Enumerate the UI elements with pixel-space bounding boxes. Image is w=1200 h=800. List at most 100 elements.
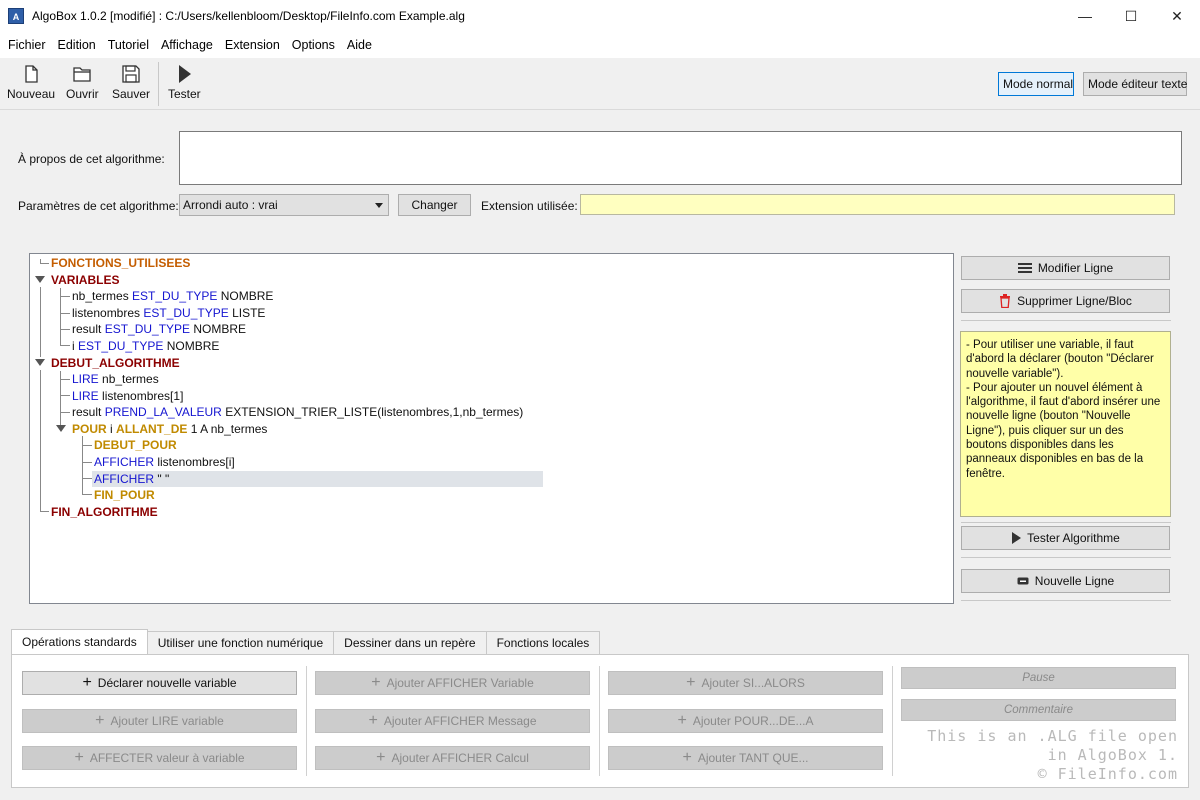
- app-icon: A: [8, 8, 24, 24]
- tab-fonction-numerique[interactable]: Utiliser une fonction numérique: [146, 631, 335, 654]
- tree-line-afficher1[interactable]: AFFICHER listenombres[i]: [94, 454, 235, 470]
- tree-line-lire2[interactable]: LIRE listenombres[1]: [72, 388, 183, 404]
- tree-line-afficher2[interactable]: AFFICHER " ": [94, 471, 169, 487]
- tree-line-var3[interactable]: result EST_DU_TYPE NOMBRE: [72, 321, 246, 337]
- plus-icon: +: [677, 712, 687, 729]
- about-textbox[interactable]: [179, 131, 1182, 185]
- extension-field[interactable]: [580, 194, 1175, 215]
- trash-icon: [1000, 294, 1011, 308]
- menu-extension[interactable]: Extension: [219, 38, 286, 52]
- changer-button[interactable]: Changer: [398, 194, 471, 216]
- aff-var-label: Ajouter AFFICHER Variable: [386, 676, 534, 690]
- ajouter-lire-button[interactable]: + Ajouter LIRE variable: [22, 709, 297, 733]
- kw-fonctions: FONCTIONS_UTILISEES: [51, 256, 191, 270]
- tree-line-debut-algo[interactable]: DEBUT_ALGORITHME: [51, 355, 180, 371]
- kw-pour: POUR: [72, 422, 107, 436]
- kw-debut-algorithme: DEBUT_ALGORITHME: [51, 356, 180, 370]
- kw-afficher: AFFICHER: [94, 472, 154, 486]
- tree-line-pour[interactable]: POUR i ALLANT_DE 1 A nb_termes: [72, 421, 267, 437]
- tree-line-lire1[interactable]: LIRE nb_termes: [72, 371, 159, 387]
- kw-variables: VARIABLES: [51, 273, 120, 287]
- menu-affichage[interactable]: Affichage: [155, 38, 219, 52]
- minimize-button[interactable]: —: [1062, 0, 1108, 32]
- ajouter-pour-button[interactable]: + Ajouter POUR...DE...A: [608, 709, 883, 733]
- ajouter-afficher-calcul-button[interactable]: + Ajouter AFFICHER Calcul: [315, 746, 590, 770]
- tree-line: [60, 345, 70, 346]
- params-label: Paramètres de cet algorithme:: [18, 199, 179, 213]
- params-combo-value: Arrondi auto : vrai: [183, 198, 278, 212]
- mode-normal-button[interactable]: Mode normal: [998, 72, 1074, 96]
- params-combo[interactable]: Arrondi auto : vrai: [179, 194, 389, 216]
- nouvelle-ligne-button[interactable]: Nouvelle Ligne: [961, 569, 1170, 593]
- kw-est-du-type: EST_DU_TYPE: [143, 306, 229, 320]
- ajouter-tant-que-button[interactable]: + Ajouter TANT QUE...: [608, 746, 883, 770]
- tree-line-fin-algo[interactable]: FIN_ALGORITHME: [51, 504, 158, 520]
- declarer-variable-button[interactable]: + Déclarer nouvelle variable: [22, 671, 297, 695]
- nouveau-button[interactable]: Nouveau: [7, 64, 55, 101]
- supprimer-ligne-button[interactable]: Supprimer Ligne/Bloc: [961, 289, 1170, 313]
- help-box: - Pour utiliser une variable, il faut d'…: [960, 331, 1171, 517]
- divider: [961, 522, 1171, 523]
- menu-aide[interactable]: Aide: [341, 38, 378, 52]
- tab-operations-standards[interactable]: Opérations standards: [11, 629, 148, 654]
- pause-button[interactable]: Pause: [901, 667, 1176, 689]
- kw-fin-algorithme: FIN_ALGORITHME: [51, 505, 158, 519]
- close-button[interactable]: ✕: [1154, 0, 1200, 32]
- commentaire-button[interactable]: Commentaire: [901, 699, 1176, 721]
- help-text: - Pour utiliser une variable, il faut d'…: [966, 339, 1161, 480]
- expand-arrow-icon[interactable]: [35, 276, 45, 283]
- tree-line-var2[interactable]: listenombres EST_DU_TYPE LISTE: [72, 305, 265, 321]
- tree-line: [40, 263, 49, 264]
- window-title: AlgoBox 1.0.2 [modifié] : C:/Users/kelle…: [32, 9, 465, 23]
- ajouter-afficher-message-button[interactable]: + Ajouter AFFICHER Message: [315, 709, 590, 733]
- kw-est-du-type: EST_DU_TYPE: [104, 322, 191, 336]
- tab-fonctions-locales[interactable]: Fonctions locales: [485, 631, 601, 654]
- modifier-ligne-button[interactable]: Modifier Ligne: [961, 256, 1170, 280]
- tester-button[interactable]: Tester: [168, 64, 201, 101]
- new-line-icon: [1017, 577, 1029, 585]
- tester-label: Tester: [168, 87, 201, 101]
- tree-line: [82, 462, 92, 463]
- lire-arg: listenombres[1]: [102, 389, 184, 403]
- sauver-button[interactable]: Sauver: [112, 64, 150, 101]
- afficher-arg: listenombres[i]: [157, 455, 235, 469]
- plus-icon: +: [371, 674, 381, 691]
- tree-line-affectation[interactable]: result PREND_LA_VALEUR EXTENSION_TRIER_L…: [72, 404, 523, 420]
- expand-arrow-icon[interactable]: [56, 425, 66, 432]
- tantque-label: Ajouter TANT QUE...: [697, 751, 809, 765]
- tree-line-fonctions[interactable]: FONCTIONS_UTILISEES: [51, 255, 190, 271]
- tab-dessiner-repere[interactable]: Dessiner dans un repère: [333, 631, 487, 654]
- tree-line: [40, 370, 41, 512]
- menu-fichier[interactable]: Fichier: [2, 38, 52, 52]
- tree-line: [82, 445, 92, 446]
- folder-icon: [73, 67, 91, 82]
- tree-line: [60, 379, 70, 380]
- tree-line: [40, 511, 49, 512]
- menu-tutoriel[interactable]: Tutoriel: [102, 38, 155, 52]
- column-separator: [892, 666, 893, 776]
- ajouter-si-alors-button[interactable]: + Ajouter SI...ALORS: [608, 671, 883, 695]
- menu-options[interactable]: Options: [286, 38, 341, 52]
- tree-line-fin-pour[interactable]: FIN_POUR: [94, 487, 155, 503]
- tree-line-debut-pour[interactable]: DEBUT_POUR: [94, 437, 177, 453]
- expand-arrow-icon[interactable]: [35, 359, 45, 366]
- ouvrir-button[interactable]: Ouvrir: [66, 64, 99, 101]
- mode-editeur-button[interactable]: Mode éditeur texte: [1083, 72, 1187, 96]
- kw-lire: LIRE: [72, 389, 99, 403]
- tester-algorithme-button[interactable]: Tester Algorithme: [961, 526, 1170, 550]
- menu-edition[interactable]: Edition: [52, 38, 102, 52]
- tree-line-var4[interactable]: i EST_DU_TYPE NOMBRE: [72, 338, 219, 354]
- nouvelle-ligne-label: Nouvelle Ligne: [1034, 574, 1115, 588]
- maximize-button[interactable]: ☐: [1108, 0, 1154, 32]
- tree-line: [40, 287, 41, 357]
- tree-line-variables[interactable]: VARIABLES: [51, 272, 119, 288]
- divider: [961, 320, 1171, 321]
- plus-icon: +: [376, 749, 386, 766]
- affecter-button[interactable]: + AFFECTER valeur à variable: [22, 746, 297, 770]
- tree-line: [82, 494, 92, 495]
- ajouter-afficher-variable-button[interactable]: + Ajouter AFFICHER Variable: [315, 671, 590, 695]
- lire-arg: nb_termes: [102, 372, 159, 386]
- divider: [961, 557, 1171, 558]
- plus-icon: +: [95, 712, 105, 729]
- tree-line-var1[interactable]: nb_termes EST_DU_TYPE NOMBRE: [72, 288, 273, 304]
